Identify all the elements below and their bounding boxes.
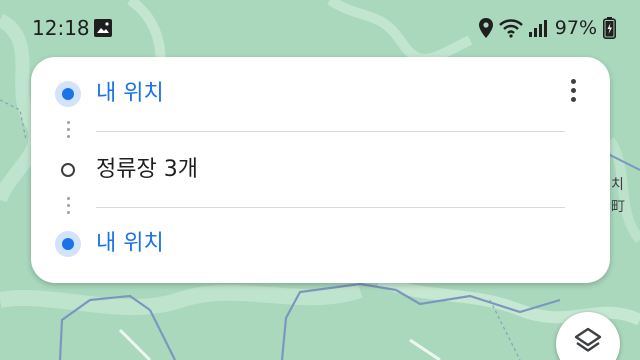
waypoint-start[interactable]: 내 위치 [31, 74, 551, 114]
waypoint-end-label: 내 위치 [96, 231, 164, 256]
route-connector [67, 197, 71, 218]
signal-icon [528, 20, 547, 37]
battery-icon [603, 17, 616, 39]
waypoint-end[interactable]: 내 위치 [31, 224, 551, 264]
gallery-icon [94, 19, 112, 37]
status-bar: 12:18 97% [0, 0, 640, 56]
layers-icon [574, 327, 602, 352]
waypoint-stops-label: 정류장 3개 [96, 157, 198, 182]
route-connector [67, 121, 71, 142]
waypoint-stops[interactable]: 정류장 3개 [31, 150, 551, 190]
my-location-icon [55, 231, 81, 257]
battery-percent: 97% [554, 17, 597, 39]
status-icons: 97% [478, 14, 616, 42]
map-place-label: 町 [611, 199, 625, 215]
stop-circle-icon [55, 157, 81, 183]
route-card: 내 위치 정류장 3개 내 위치 [31, 57, 610, 283]
wifi-icon [498, 19, 523, 38]
waypoint-start-label: 내 위치 [96, 81, 164, 106]
divider [96, 207, 565, 208]
more-vert-icon[interactable] [559, 79, 587, 111]
location-icon [478, 18, 493, 38]
map-place-label: 치 [611, 177, 624, 193]
divider [96, 131, 565, 132]
my-location-icon [55, 81, 81, 107]
status-time: 12:18 [32, 16, 90, 40]
